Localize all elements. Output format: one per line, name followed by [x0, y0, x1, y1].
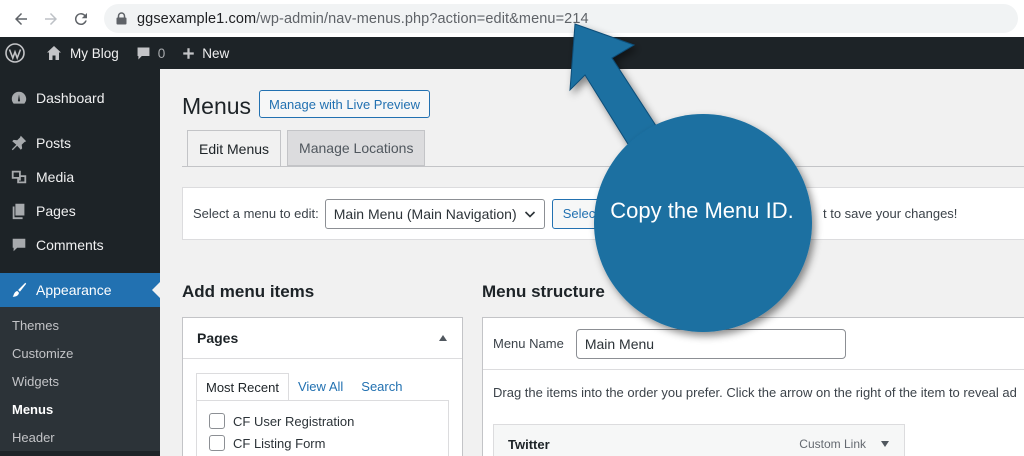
admin-sidebar: Dashboard Posts Media Pages Comments App… — [0, 69, 160, 456]
list-item[interactable]: CF Listing Form — [209, 432, 436, 454]
tab-divider — [182, 166, 1024, 167]
appearance-submenu: Themes Customize Widgets Menus Header — [0, 307, 160, 451]
forward-button[interactable] — [36, 4, 66, 34]
new-label: New — [202, 45, 230, 61]
pin-icon — [11, 135, 27, 151]
menu-structure-heading: Menu structure — [482, 282, 605, 301]
page-label: CF User Registration — [233, 413, 355, 429]
drag-instructions: Drag the items into the order you prefer… — [493, 385, 1017, 400]
sidebar-item-label: Dashboard — [36, 90, 105, 106]
page-title: Menus — [182, 93, 252, 119]
sidebar-item-appearance[interactable]: Appearance — [0, 273, 160, 307]
submenu-widgets[interactable]: Widgets — [0, 367, 160, 395]
menu-select-dropdown[interactable]: Main Menu (Main Navigation) — [324, 198, 545, 229]
tab-manage-locations[interactable]: Manage Locations — [287, 130, 426, 166]
list-item[interactable]: CF User Registration — [209, 410, 436, 432]
site-name-link[interactable]: My Blog — [36, 37, 127, 69]
submenu-header[interactable]: Header — [0, 423, 160, 451]
pages-tabs: Most Recent View All Search — [196, 373, 411, 400]
menu-item-row[interactable]: Twitter Custom Link — [493, 424, 905, 456]
pages-list: CF User Registration CF Listing Form — [196, 400, 449, 456]
wordpress-logo-icon — [5, 43, 25, 63]
comment-icon — [137, 47, 150, 59]
submenu-themes[interactable]: Themes — [0, 311, 160, 339]
lock-icon — [116, 12, 127, 25]
tab-search[interactable]: Search — [352, 373, 411, 400]
address-bar[interactable]: ggsexample1.com/wp-admin/nav-menus.php?a… — [104, 4, 1018, 33]
browser-toolbar: ggsexample1.com/wp-admin/nav-menus.php?a… — [0, 0, 1024, 37]
page-checkbox[interactable] — [209, 435, 225, 451]
nav-tabs: Edit Menus Manage Locations — [187, 130, 431, 167]
sidebar-item-posts[interactable]: Posts — [0, 126, 160, 160]
menu-item-title: Twitter — [508, 436, 550, 452]
tab-most-recent[interactable]: Most Recent — [196, 373, 289, 400]
select-value: Main Menu (Main Navigation) — [333, 205, 517, 222]
select-menu-label: Select a menu to edit: — [193, 206, 319, 221]
tab-view-all[interactable]: View All — [289, 373, 352, 400]
admin-bar: My Blog 0 New — [0, 37, 1024, 69]
menu-item-type-label: Custom Link — [799, 437, 866, 451]
back-button[interactable] — [6, 4, 36, 34]
menu-name-label: Menu Name — [493, 336, 564, 351]
page-label: CF Listing Form — [233, 435, 326, 451]
menu-item-type: Custom Link — [799, 437, 890, 451]
media-icon — [11, 170, 27, 184]
submenu-menus[interactable]: Menus — [0, 395, 160, 423]
save-hint-text: t to save your changes! — [823, 206, 958, 221]
main-content: Menus Manage with Live Preview Edit Menu… — [160, 69, 1024, 456]
url-text: ggsexample1.com/wp-admin/nav-menus.php?a… — [137, 11, 589, 27]
live-preview-button[interactable]: Manage with Live Preview — [259, 90, 431, 118]
plus-icon — [183, 47, 195, 59]
dashboard-icon — [11, 91, 27, 104]
page-checkbox[interactable] — [209, 413, 225, 429]
triangle-up-icon — [439, 335, 447, 341]
reload-icon — [74, 12, 87, 25]
sidebar-item-label: Pages — [36, 203, 76, 219]
sidebar-item-dashboard[interactable]: Dashboard — [0, 81, 160, 115]
brush-icon — [12, 282, 27, 297]
pages-icon — [12, 203, 25, 220]
pages-accordion-header[interactable]: Pages — [183, 318, 462, 359]
sidebar-item-label: Appearance — [36, 282, 112, 298]
arrow-right-icon — [45, 12, 57, 25]
reload-button[interactable] — [66, 4, 96, 34]
menu-name-input[interactable]: Main Menu — [575, 328, 846, 359]
menu-structure-panel: Menu Name Main Menu Drag the items into … — [482, 317, 1024, 456]
sidebar-item-media[interactable]: Media — [0, 160, 160, 194]
site-name: My Blog — [70, 45, 119, 61]
wordpress-logo-button[interactable] — [0, 37, 36, 69]
comment-icon — [12, 238, 26, 252]
menu-name-row: Menu Name Main Menu — [483, 318, 1024, 370]
sidebar-item-comments[interactable]: Comments — [0, 228, 160, 262]
sidebar-item-label: Posts — [36, 135, 72, 151]
arrow-left-icon — [15, 12, 27, 25]
comments-link[interactable]: 0 — [127, 37, 174, 69]
add-menu-items-heading: Add menu items — [182, 282, 315, 301]
pages-accordion: Pages Most Recent View All Search CF Use… — [182, 317, 463, 456]
sidebar-item-label: Media — [36, 169, 75, 185]
sidebar-item-label: Comments — [36, 237, 104, 253]
chevron-down-icon — [524, 210, 535, 218]
callout-text: Copy the Menu ID. — [610, 198, 794, 223]
url-host: ggsexample1.com — [137, 10, 257, 27]
triangle-down-icon[interactable] — [880, 439, 890, 449]
tab-edit-menus[interactable]: Edit Menus — [187, 130, 282, 167]
submenu-customize[interactable]: Customize — [0, 339, 160, 367]
home-icon — [47, 46, 61, 60]
url-path: /wp-admin/nav-menus.php?action=edit&menu… — [256, 10, 589, 27]
pages-box-title: Pages — [197, 330, 239, 346]
sidebar-item-pages[interactable]: Pages — [0, 194, 160, 228]
comments-count: 0 — [157, 45, 166, 61]
new-content-button[interactable]: New — [173, 37, 237, 69]
